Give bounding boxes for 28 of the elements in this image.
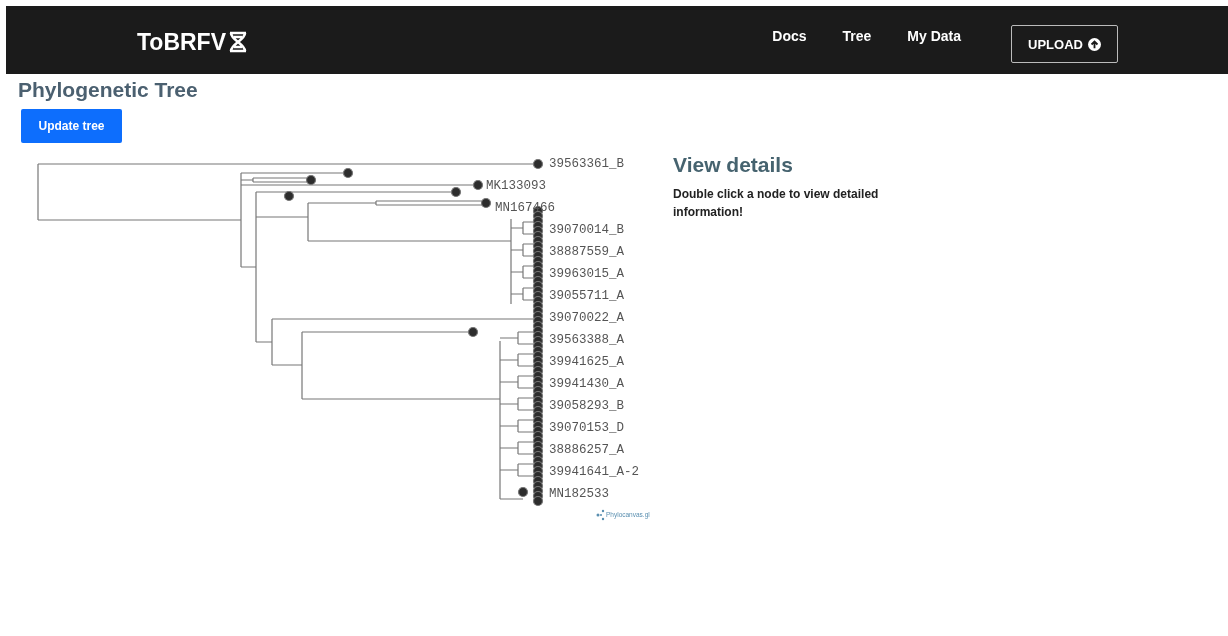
nav-link[interactable]: Tree bbox=[842, 28, 872, 44]
leaf-label: 39058293_B bbox=[549, 399, 624, 413]
network-icon bbox=[596, 509, 605, 521]
nav-link[interactable]: My Data bbox=[907, 28, 961, 44]
leaf-label: 39070022_A bbox=[549, 311, 624, 325]
leaf-label: 38886257_A bbox=[549, 443, 624, 457]
leaf-label: 38887559_A bbox=[549, 245, 624, 259]
details-title: View details bbox=[673, 153, 794, 177]
upload-icon bbox=[1087, 37, 1101, 51]
logo[interactable]: ToBRFV bbox=[137, 28, 226, 56]
leaf-label: 39941641_A-2 bbox=[549, 465, 639, 479]
leaf-label: MN182533 bbox=[549, 487, 609, 501]
leaf-label: 39963015_A bbox=[549, 267, 624, 281]
leaf-label: MK133093 bbox=[486, 179, 546, 193]
leaf-label: 39563361_B bbox=[549, 157, 624, 171]
details-text: Double click a node to view detailed information! bbox=[673, 186, 880, 221]
update-tree-button[interactable]: Update tree bbox=[21, 109, 122, 143]
leaf-label: 39070153_D bbox=[549, 421, 624, 435]
nav-link[interactable]: Docs bbox=[772, 28, 807, 44]
page-title: Phylogenetic Tree bbox=[18, 78, 199, 102]
leaf-label: 39070014_B bbox=[549, 223, 624, 237]
leaf-label: 39055711_A bbox=[549, 289, 624, 303]
dna-icon bbox=[228, 31, 248, 53]
leaf-label: 39941625_A bbox=[549, 355, 624, 369]
upload-button[interactable]: UPLOAD bbox=[1011, 25, 1118, 63]
leaf-label: MN167466 bbox=[495, 201, 555, 215]
leaf-label: 39941430_A bbox=[549, 377, 624, 391]
leaf-label: 39563388_A bbox=[549, 333, 624, 347]
